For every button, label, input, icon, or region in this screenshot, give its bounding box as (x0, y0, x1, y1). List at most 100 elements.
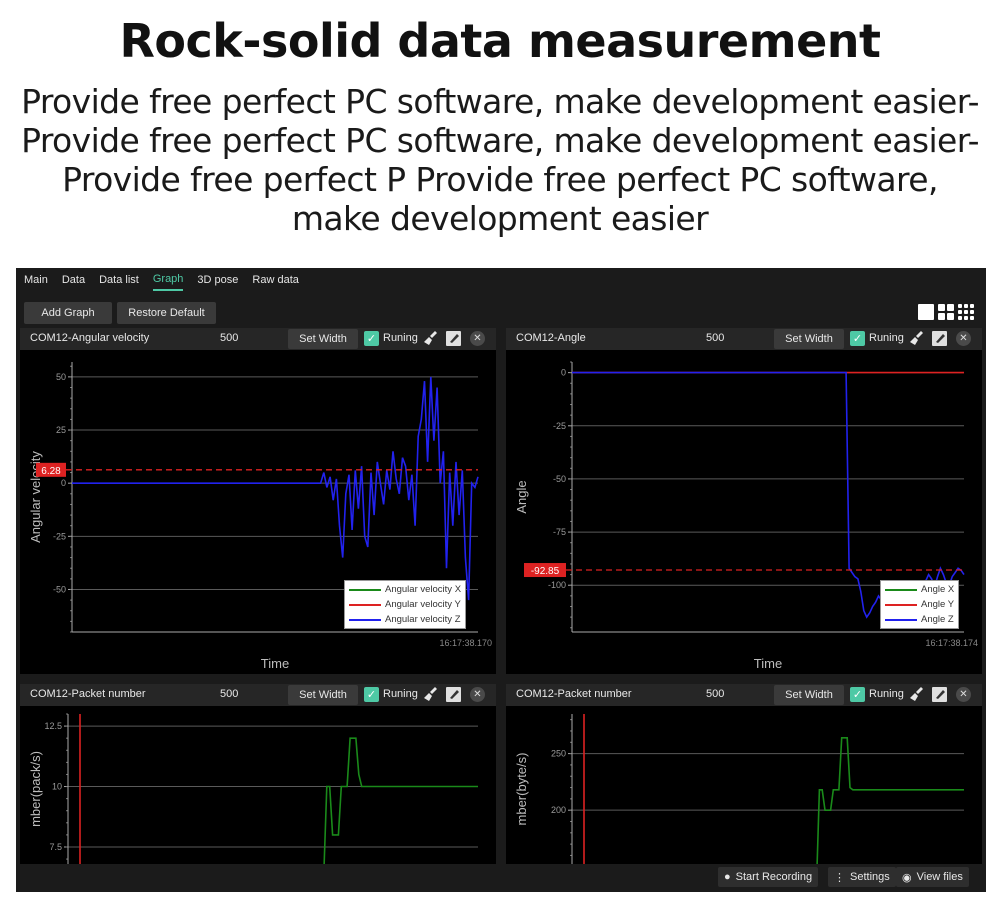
hero-line: Provide free perfect PC software, make d… (21, 121, 979, 160)
y-tick-label: 250 (551, 749, 566, 759)
legend-swatch (885, 588, 917, 591)
layout-switcher (918, 304, 974, 320)
running-checkbox[interactable]: ✓ (364, 687, 379, 702)
panel-point-count: 500 (706, 688, 725, 700)
plot-area: 0 -25 -50 -75 -100 Angle Time 16:17:38.174 -92.8… (506, 350, 982, 674)
chart-svg: 12.5 10 7.5 mber(pack/s) (28, 713, 478, 876)
tab-raw-data[interactable]: Raw data (252, 272, 298, 290)
panel-title: COM12-Angle (516, 332, 586, 344)
x-axis-label: Time (261, 656, 289, 671)
close-icon[interactable]: ✕ (956, 331, 971, 346)
panel-title: COM12-Angular velocity (30, 332, 150, 344)
y-tick-label: -75 (553, 527, 566, 537)
tab-3d-pose[interactable]: 3D pose (197, 272, 238, 290)
edit-icon[interactable] (932, 331, 947, 346)
view-files-button[interactable]: ◉ View files (896, 867, 969, 887)
marker-value: -92.85 (531, 566, 560, 577)
graph-panel-packet-number-byte: COM12-Packet number 500 Set Width ✓ Runing ✕ 2… (506, 684, 982, 886)
y-tick-label: 0 (61, 478, 66, 488)
y-tick-label: 200 (551, 805, 566, 815)
edit-icon[interactable] (932, 687, 947, 702)
view-files-label: View files (916, 871, 963, 883)
legend-swatch (349, 618, 381, 621)
x-axis-label: Time (754, 656, 782, 671)
y-tick-label: 10 (52, 782, 62, 792)
legend-item: Angle Z (885, 612, 954, 627)
start-recording-label: Start Recording (735, 871, 813, 883)
y-tick-label: 50 (56, 372, 66, 382)
clear-broom-icon[interactable] (909, 330, 925, 346)
legend-item: Angular velocity Y (349, 597, 461, 612)
running-checkbox[interactable]: ✓ (364, 331, 379, 346)
hero-line: Provide free perfect P Provide free perf… (62, 160, 938, 199)
grid-2x2-layout-icon[interactable] (938, 304, 954, 320)
y-tick-label: 12.5 (44, 721, 62, 731)
panel-point-count: 500 (220, 688, 239, 700)
graph-panel-packet-number-pack: COM12-Packet number 500 Set Width ✓ Runing ✕ 1… (20, 684, 496, 876)
legend-label: Angle Z (921, 614, 954, 625)
tab-data[interactable]: Data (62, 272, 85, 290)
legend-swatch (885, 618, 917, 621)
set-width-button[interactable]: Set Width (774, 685, 844, 705)
settings-button[interactable]: ⋮ Settings (828, 867, 896, 887)
close-icon[interactable]: ✕ (470, 331, 485, 346)
panel-point-count: 500 (220, 332, 239, 344)
settings-label: Settings (850, 871, 890, 883)
panel-point-count: 500 (706, 332, 725, 344)
running-checkbox[interactable]: ✓ (850, 687, 865, 702)
series-line (815, 737, 964, 879)
legend-swatch (349, 588, 381, 591)
y-tick-label: -50 (553, 474, 566, 484)
y-tick-label: 7.5 (49, 842, 62, 852)
add-graph-button[interactable]: Add Graph (24, 302, 112, 324)
set-width-button[interactable]: Set Width (288, 329, 358, 349)
legend-label: Angle Y (921, 599, 955, 610)
series-line (72, 376, 479, 601)
restore-default-button[interactable]: Restore Default (117, 302, 216, 324)
legend-item: Angular velocity X (349, 582, 461, 597)
hero-line: make development easier (291, 199, 709, 238)
legend-label: Angle X (921, 584, 955, 595)
status-bar: ● Start Recording ⋮ Settings ◉ View file… (16, 864, 986, 892)
running-label: Runing (383, 688, 418, 700)
legend-swatch (349, 603, 381, 606)
set-width-button[interactable]: Set Width (774, 329, 844, 349)
y-tick-label: -25 (53, 531, 66, 541)
panel-header: COM12-Angular velocity 500 Set Width ✓ Runin… (20, 328, 496, 350)
y-tick-label: 25 (56, 425, 66, 435)
running-label: Runing (383, 332, 418, 344)
y-axis-label: mber(pack/s) (28, 751, 43, 827)
chart-svg: 250 200 mber(byte/s) (514, 714, 964, 886)
clear-broom-icon[interactable] (423, 686, 439, 702)
close-icon[interactable]: ✕ (470, 687, 485, 702)
y-tick-label: 0 (561, 368, 566, 378)
legend-item: Angle Y (885, 597, 954, 612)
clear-broom-icon[interactable] (909, 686, 925, 702)
tab-data-list[interactable]: Data list (99, 272, 139, 290)
legend-label: Angular velocity X (385, 584, 462, 595)
hero-line: Provide free perfect PC software, make d… (21, 82, 979, 121)
plot-area: 12.5 10 7.5 mber(pack/s) (20, 706, 496, 876)
y-axis-label: mber(byte/s) (514, 753, 529, 826)
running-label: Runing (869, 332, 904, 344)
tab-main[interactable]: Main (24, 272, 48, 290)
set-width-button[interactable]: Set Width (288, 685, 358, 705)
panel-title: COM12-Packet number (516, 688, 632, 700)
grid-3x3-layout-icon[interactable] (958, 304, 974, 320)
tab-graph[interactable]: Graph (152, 271, 184, 291)
edit-icon[interactable] (446, 331, 461, 346)
series-line (323, 737, 478, 872)
y-axis-label: Angle (514, 480, 529, 513)
single-layout-icon[interactable] (918, 304, 934, 320)
hero-description: Provide free perfect PC software, make d… (0, 82, 1000, 238)
running-checkbox[interactable]: ✓ (850, 331, 865, 346)
edit-icon[interactable] (446, 687, 461, 702)
graph-panel-angular-velocity: COM12-Angular velocity 500 Set Width ✓ Runin… (20, 328, 496, 674)
x-end-timestamp: 16:17:38.174 (925, 638, 978, 648)
panel-header: COM12-Packet number 500 Set Width ✓ Runing ✕ (506, 684, 982, 706)
graph-panel-angle: COM12-Angle 500 Set Width ✓ Runing ✕ 0 -25 -50 -7… (506, 328, 982, 674)
clear-broom-icon[interactable] (423, 330, 439, 346)
start-recording-button[interactable]: ● Start Recording (718, 867, 819, 887)
y-tick-label: -100 (548, 580, 566, 590)
close-icon[interactable]: ✕ (956, 687, 971, 702)
